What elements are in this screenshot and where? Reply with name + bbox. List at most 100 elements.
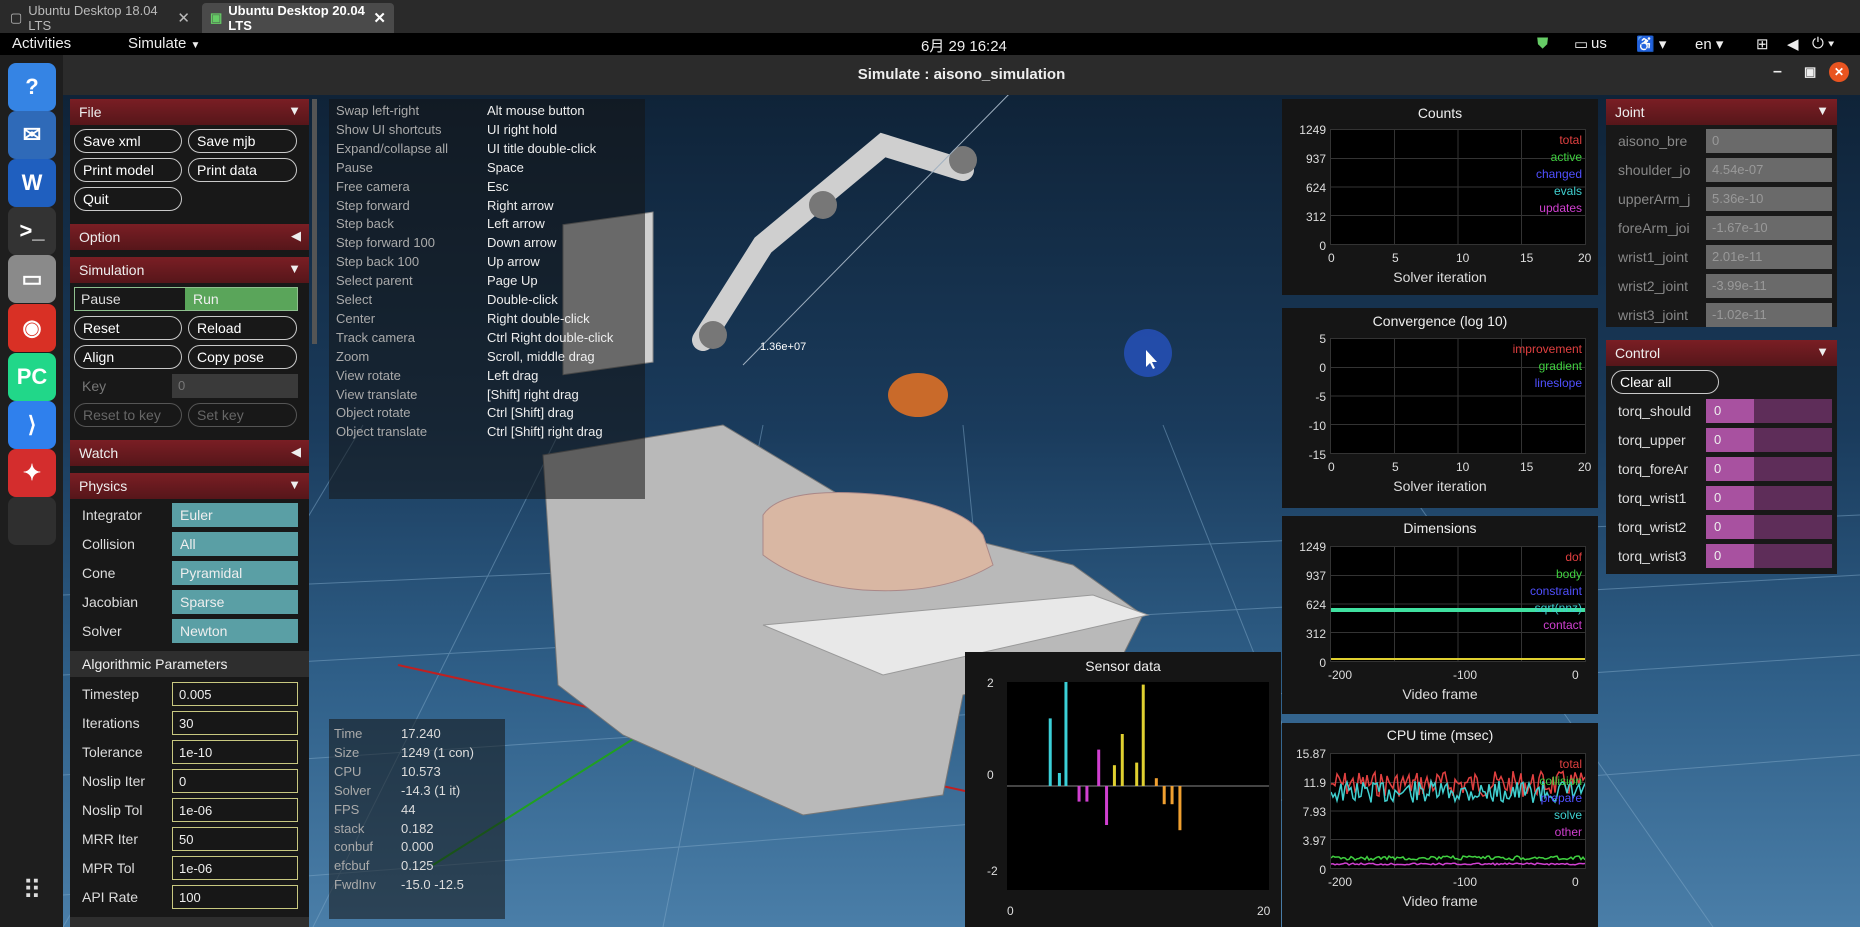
noslip-iter-field[interactable]: 0 — [172, 769, 298, 793]
option-section-header[interactable]: Option ◀ — [70, 224, 309, 250]
apps-grid-icon[interactable]: ⠿ — [8, 866, 56, 914]
control-section-header[interactable]: Control ▼ — [1606, 340, 1837, 366]
timestep-field[interactable]: 0.005 — [172, 682, 298, 706]
joint-slider[interactable]: 4.54e-07 — [1706, 158, 1832, 182]
save-xml-button[interactable]: Save xml — [74, 129, 182, 153]
wps-icon[interactable]: W — [8, 159, 56, 207]
pause-run-toggle[interactable]: Pause Run — [74, 287, 298, 311]
info-label: CPU — [334, 763, 362, 779]
shortcut-key: Alt mouse button — [487, 103, 585, 118]
shield-icon[interactable]: ⛊ — [1537, 35, 1548, 52]
control-slider[interactable]: 0 — [1706, 457, 1832, 481]
copy-pose-button[interactable]: Copy pose — [188, 345, 297, 369]
integrator-select[interactable]: Euler — [172, 503, 298, 527]
tolerance-field[interactable]: 1e-10 — [172, 740, 298, 764]
active-app-icon[interactable] — [8, 497, 56, 545]
app-menu[interactable]: Simulate ▼ — [128, 35, 200, 52]
power-icon[interactable]: ⏻ ▾ — [1812, 35, 1834, 52]
simulation-section-header[interactable]: Simulation ▼ — [70, 257, 309, 283]
left-panel-scrollbar[interactable] — [312, 99, 317, 344]
control-label: torq_wrist3 — [1618, 548, 1687, 564]
minimize-button[interactable]: – — [1773, 63, 1782, 81]
close-icon[interactable]: ✕ — [373, 9, 386, 27]
volume-icon[interactable]: ◀ — [1787, 35, 1799, 53]
joint-slider[interactable]: -1.67e-10 — [1706, 216, 1832, 240]
control-slider[interactable]: 0 — [1706, 486, 1832, 510]
joint-slider[interactable]: -3.99e-11 — [1706, 274, 1832, 298]
reset-button[interactable]: Reset — [74, 316, 182, 340]
app-icon[interactable]: ✦ — [8, 449, 56, 497]
control-slider[interactable]: 0 — [1706, 515, 1832, 539]
clock[interactable]: 6月 29 16:24 — [921, 35, 1007, 56]
y-tick-label: 312 — [1305, 210, 1326, 224]
reload-button[interactable]: Reload — [188, 316, 297, 340]
mrr-iter-field[interactable]: 50 — [172, 827, 298, 851]
reset-to-key-button[interactable]: Reset to key — [74, 403, 182, 427]
tab-ubuntu-20[interactable]: ▣ Ubuntu Desktop 20.04 LTS ✕ — [202, 3, 394, 33]
cone-label: Cone — [82, 565, 116, 581]
align-button[interactable]: Align — [74, 345, 182, 369]
mail-icon[interactable]: ✉ — [8, 111, 56, 159]
cone-select[interactable]: Pyramidal — [172, 561, 298, 585]
pycharm-icon[interactable]: PC — [8, 353, 56, 401]
print-data-button[interactable]: Print data — [188, 158, 297, 182]
keyboard-layout[interactable]: us — [1591, 35, 1607, 52]
key-slider[interactable]: 0 — [172, 374, 298, 398]
shortcut-action: Step back — [336, 216, 394, 232]
api-rate-field[interactable]: 100 — [172, 885, 298, 909]
collision-select[interactable]: All — [172, 532, 298, 556]
y-tick-label: 0 — [1319, 863, 1326, 877]
tab-ubuntu-18[interactable]: ▢ Ubuntu Desktop 18.04 LTS ✕ — [2, 3, 198, 33]
file-section-header[interactable]: File ▼ — [70, 99, 309, 125]
dock: ? ✉ W >_ ▭ ◉ PC ⟩ ✦ — [0, 55, 63, 927]
joint-slider[interactable]: 0 — [1706, 129, 1832, 153]
joint-slider[interactable]: 5.36e-10 — [1706, 187, 1832, 211]
control-slider[interactable]: 0 — [1706, 399, 1832, 423]
key-label: Key — [82, 378, 107, 394]
accessibility-icon[interactable]: ♿ ▾ — [1636, 35, 1666, 53]
mpr-tol-field[interactable]: 1e-06 — [172, 856, 298, 880]
shortcut-key: Double-click — [487, 292, 558, 307]
shortcut-key: Up arrow — [487, 254, 540, 270]
noslip-iter-label: Noslip Iter — [82, 773, 146, 789]
chrome-icon[interactable]: ◉ — [8, 304, 56, 352]
network-icon[interactable]: ⊞ — [1756, 35, 1769, 53]
joint-label: foreArm_joi — [1618, 220, 1690, 236]
physics-section-header[interactable]: Physics ▼ — [70, 473, 309, 499]
vscode-icon[interactable]: ⟩ — [8, 401, 56, 449]
quit-button[interactable]: Quit — [74, 187, 182, 211]
legend-entry: changed — [1535, 167, 1582, 181]
jacobian-select[interactable]: Sparse — [172, 590, 298, 614]
joint-slider[interactable]: -1.02e-11 — [1706, 303, 1832, 327]
activities-button[interactable]: Activities — [12, 35, 71, 52]
pause-option[interactable]: Pause — [81, 291, 121, 307]
joint-slider[interactable]: 2.01e-11 — [1706, 245, 1832, 269]
watch-section-header[interactable]: Watch ◀ — [70, 440, 309, 466]
integrator-label: Integrator — [82, 507, 142, 523]
shortcut-action: Pause — [336, 159, 373, 175]
info-label: efcbuf — [334, 858, 370, 874]
files-icon[interactable]: ▭ — [8, 255, 56, 303]
sensor-bar — [1120, 734, 1124, 786]
help-icon[interactable]: ? — [8, 63, 56, 111]
set-key-button[interactable]: Set key — [188, 403, 297, 427]
iterations-field[interactable]: 30 — [172, 711, 298, 735]
clear-all-button[interactable]: Clear all — [1611, 370, 1719, 394]
close-icon[interactable]: ✕ — [177, 9, 190, 27]
control-slider[interactable]: 0 — [1706, 544, 1832, 568]
close-window-button[interactable]: ✕ — [1829, 62, 1849, 82]
solver-select[interactable]: Newton — [172, 619, 298, 643]
terminal-icon[interactable]: >_ — [8, 207, 56, 255]
language-menu[interactable]: en ▾ — [1695, 35, 1723, 53]
print-model-button[interactable]: Print model — [74, 158, 182, 182]
left-panel: File ▼ Save xml Save mjb Print model Prin… — [70, 99, 309, 927]
run-option[interactable]: Run — [185, 288, 297, 310]
legend-entry: solve — [1553, 808, 1582, 822]
algorithmic-parameters-header[interactable]: Algorithmic Parameters — [70, 651, 309, 677]
noslip-tol-field[interactable]: 1e-06 — [172, 798, 298, 822]
save-mjb-button[interactable]: Save mjb — [188, 129, 297, 153]
y-tick-label: 0 — [1319, 239, 1326, 253]
control-slider[interactable]: 0 — [1706, 428, 1832, 452]
maximize-button[interactable]: ▣ — [1804, 64, 1816, 80]
joint-section-header[interactable]: Joint ▼ — [1606, 99, 1837, 125]
